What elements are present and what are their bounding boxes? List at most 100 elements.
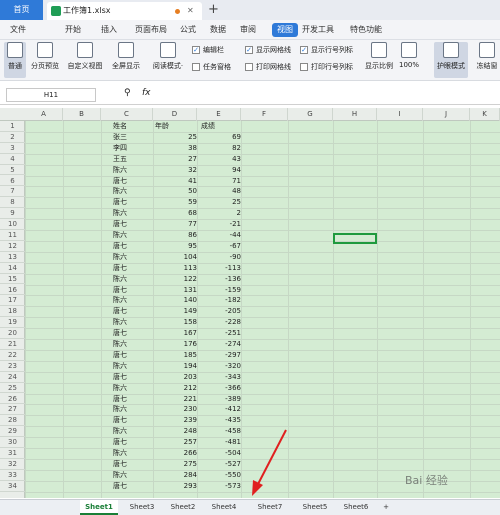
sheet-tab-2[interactable]: Sheet2 [164, 500, 202, 515]
cell-score[interactable]: 2 [197, 208, 241, 219]
sheet-tab-4[interactable]: Sheet7 [250, 500, 290, 515]
cell-score[interactable]: -113 [197, 263, 241, 274]
menu-9[interactable]: 特色功能 [350, 20, 382, 40]
cell-score[interactable]: -67 [197, 241, 241, 252]
menu-0[interactable]: 文件 [10, 20, 26, 40]
cell-name[interactable]: 陈六 [113, 317, 153, 328]
cell-score[interactable]: -504 [197, 448, 241, 459]
cell-age[interactable]: 203 [153, 372, 197, 383]
col-header-K[interactable]: K [470, 108, 500, 121]
cell-age[interactable]: 59 [153, 197, 197, 208]
row-header-6[interactable]: 6 [0, 176, 25, 187]
close-icon[interactable]: ✕ [187, 2, 194, 20]
cell-age[interactable]: 25 [153, 132, 197, 143]
cell-score[interactable]: -573 [197, 481, 241, 492]
menu-1[interactable]: 开始 [65, 20, 81, 40]
cell-name[interactable]: 陈六 [113, 383, 153, 394]
cell-name[interactable]: 陈六 [113, 426, 153, 437]
col-header-I[interactable]: I [377, 108, 423, 121]
row-header-11[interactable]: 11 [0, 230, 25, 241]
menu-3[interactable]: 页面布局 [135, 20, 167, 40]
sheet-tab-3[interactable]: Sheet4 [204, 500, 244, 515]
ribbon-button-1[interactable]: 分页预览 [28, 42, 62, 78]
sheet-tab-6[interactable]: Sheet6 [336, 500, 376, 515]
check-3[interactable]: 任务窗格 [192, 62, 231, 72]
ribbon-button-2[interactable]: 自定义视图 [64, 42, 106, 78]
cell-name[interactable]: 陈六 [113, 361, 153, 372]
cell-age[interactable]: 284 [153, 470, 197, 481]
cell-age[interactable]: 167 [153, 328, 197, 339]
ribbon-button-0[interactable]: 普通 [4, 42, 26, 78]
row-header-30[interactable]: 30 [0, 437, 25, 448]
row-header-21[interactable]: 21 [0, 339, 25, 350]
cell-age[interactable]: 185 [153, 350, 197, 361]
cell-score[interactable]: -550 [197, 470, 241, 481]
sheet-tab-7[interactable]: + [378, 500, 394, 515]
checkbox-5[interactable] [300, 63, 308, 71]
row-header-25[interactable]: 25 [0, 383, 25, 394]
ribbon-button-5[interactable]: 显示比例 [362, 42, 396, 78]
cell-score[interactable]: -412 [197, 404, 241, 415]
cell-age[interactable]: 257 [153, 437, 197, 448]
check-5[interactable]: 打印行号列标 [300, 62, 353, 72]
ribbon-button-6[interactable]: 100% [398, 42, 420, 78]
ribbon-button-7[interactable]: 护眼模式 [434, 42, 468, 78]
checkbox-2[interactable]: ✓ [300, 46, 308, 54]
col-header-A[interactable]: A [25, 108, 63, 121]
cell-age[interactable]: 113 [153, 263, 197, 274]
cell-name[interactable]: 王五 [113, 154, 153, 165]
cell-age[interactable]: 176 [153, 339, 197, 350]
cell-name[interactable]: 张三 [113, 132, 153, 143]
col-header-B[interactable]: B [63, 108, 101, 121]
cell-name[interactable]: 陈六 [113, 339, 153, 350]
cell-name[interactable]: 陈六 [113, 186, 153, 197]
cell-age[interactable]: 158 [153, 317, 197, 328]
cell-score[interactable]: -182 [197, 295, 241, 306]
cell-score[interactable]: -274 [197, 339, 241, 350]
row-header-7[interactable]: 7 [0, 186, 25, 198]
cell-age[interactable]: 140 [153, 295, 197, 306]
cell-age[interactable]: 131 [153, 285, 197, 296]
cell-name[interactable]: 唐七 [113, 415, 153, 426]
cell-name[interactable]: 唐七 [113, 176, 153, 187]
fx-icon[interactable]: fx [142, 88, 151, 98]
cell-name[interactable]: 陈六 [113, 230, 153, 241]
row-header-31[interactable]: 31 [0, 448, 25, 459]
cell-name[interactable]: 唐七 [113, 219, 153, 230]
col-header-C[interactable]: C [101, 108, 153, 121]
cell-age[interactable]: 32 [153, 165, 197, 176]
cell-age[interactable]: 212 [153, 383, 197, 394]
check-1[interactable]: ✓ 显示网格线 [245, 45, 291, 55]
cell-age[interactable]: 230 [153, 404, 197, 415]
cell-age[interactable]: 50 [153, 186, 197, 197]
ribbon-button-3[interactable]: 全屏显示 [108, 42, 144, 78]
sheet-tab-5[interactable]: Sheet5 [296, 500, 334, 515]
cell-age[interactable]: 38 [153, 143, 197, 154]
cell-age[interactable]: 122 [153, 274, 197, 285]
col-header-G[interactable]: G [288, 108, 333, 121]
checkbox-4[interactable] [245, 63, 253, 71]
cell-age[interactable]: 86 [153, 230, 197, 241]
row-header-32[interactable]: 32 [0, 459, 25, 470]
cell-score[interactable]: -343 [197, 372, 241, 383]
cell-name[interactable]: 唐七 [113, 197, 153, 208]
cell-name[interactable]: 陈六 [113, 470, 153, 481]
name-box[interactable]: H11 [6, 88, 96, 102]
check-0[interactable]: ✓ 编辑栏 [192, 45, 224, 55]
row-header-13[interactable]: 13 [0, 252, 25, 263]
cell-age[interactable]: 77 [153, 219, 197, 230]
cell-name[interactable]: 李四 [113, 143, 153, 154]
row-header-33[interactable]: 33 [0, 470, 25, 481]
home-tab[interactable]: 首页 [0, 0, 43, 20]
row-header-9[interactable]: 9 [0, 208, 25, 220]
cell-age[interactable]: 248 [153, 426, 197, 437]
cell-name[interactable]: 唐七 [113, 481, 153, 492]
cell-score[interactable]: -205 [197, 306, 241, 317]
cell-age[interactable]: 221 [153, 394, 197, 405]
row-header-12[interactable]: 12 [0, 241, 25, 252]
cell-score[interactable]: -297 [197, 350, 241, 361]
cell-name[interactable]: 陈六 [113, 165, 153, 176]
cell-score[interactable]: -366 [197, 383, 241, 394]
cell-name[interactable]: 陈六 [113, 404, 153, 415]
row-header-10[interactable]: 10 [0, 219, 25, 230]
